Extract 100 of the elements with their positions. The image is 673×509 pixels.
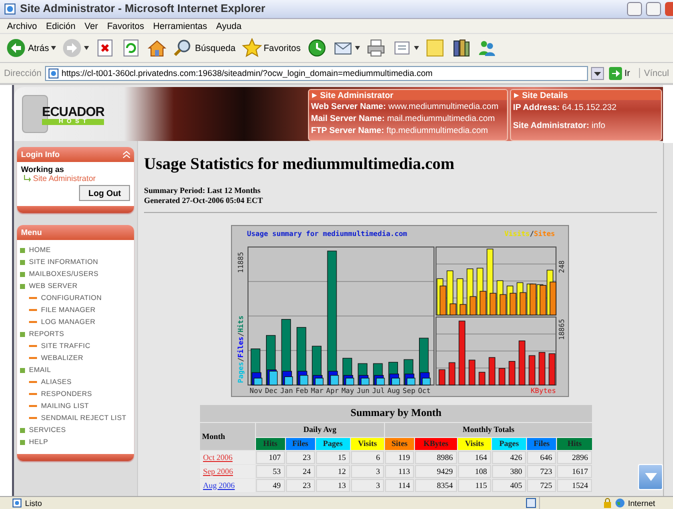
table-cell: 23 (286, 479, 315, 492)
people-icon (476, 38, 497, 58)
notes-button[interactable] (424, 38, 445, 58)
history-button[interactable] (306, 38, 327, 58)
table-cell: 49 (256, 479, 285, 492)
menu-item[interactable]: Edición (46, 21, 76, 31)
panel-title: Site Details (522, 90, 568, 100)
window-title: Site Administrator - Microsoft Internet Explorer (20, 3, 266, 15)
sites-bar (519, 292, 526, 316)
stop-button[interactable] (95, 38, 116, 58)
table-cell: 108 (458, 465, 491, 478)
table-cell: 107 (256, 451, 285, 464)
page-icon (48, 68, 59, 78)
bullet-icon (20, 428, 25, 432)
dash-icon (29, 357, 37, 359)
collapse-icon[interactable] (123, 151, 130, 158)
table-cell: 164 (458, 451, 491, 464)
sites-bar (539, 285, 546, 316)
bullet-icon (20, 332, 25, 336)
menu-item[interactable]: Herramientas (153, 21, 208, 31)
table-cell: 13 (316, 479, 350, 492)
logo-text: ECUADOR (42, 104, 104, 118)
kbytes-bar (458, 320, 465, 386)
logout-button[interactable]: Log Out (79, 185, 130, 201)
menu-item[interactable]: Ver (84, 21, 98, 31)
table-cell: 725 (527, 479, 556, 492)
back-button[interactable]: Atrás (6, 38, 56, 58)
menu-item[interactable]: Archivo (7, 21, 38, 31)
bullet-icon (20, 284, 25, 288)
home-button[interactable] (147, 38, 168, 58)
generated-date: Generated 27-Oct-2006 05:04 ECT (144, 196, 264, 206)
bullet-icon (20, 440, 25, 444)
column-group-header: Daily Avg (256, 423, 384, 437)
dash-icon (29, 309, 37, 311)
search-button[interactable]: Búsqueda (173, 38, 236, 58)
dash-icon (29, 297, 37, 299)
dash-icon (29, 405, 37, 407)
books-icon (450, 38, 471, 58)
table-cell: 3 (350, 465, 384, 478)
printer-icon (366, 38, 386, 58)
research-button[interactable] (450, 38, 471, 58)
field-label: FTP Server Name: (311, 125, 384, 135)
column-header: Sites (385, 438, 414, 450)
arrow-icon (609, 66, 622, 80)
column-header: Files (527, 438, 556, 450)
kbytes-bar (438, 369, 445, 386)
kbytes-bar (538, 352, 545, 386)
bullet-icon (20, 248, 25, 252)
dropdown-icon[interactable] (591, 66, 604, 80)
close-button[interactable] (665, 2, 673, 16)
column-header: Pages (492, 438, 526, 450)
dash-icon (29, 321, 37, 323)
column-header: Visits (458, 438, 491, 450)
pages-bar (406, 378, 415, 386)
page-heading: Usage Statistics for mediummultimedia.com (144, 154, 456, 174)
lock-icon (603, 498, 612, 508)
dash-icon (29, 393, 37, 395)
field-label: Web Server Name: (311, 101, 386, 111)
arrow-icon (24, 175, 31, 182)
kbytes-bar (468, 360, 475, 386)
table-cell: 119 (385, 451, 414, 464)
menu-item[interactable]: Favoritos (107, 21, 144, 31)
refresh-button[interactable] (121, 38, 142, 58)
table-title: Summary by Month (200, 405, 592, 422)
stop-icon (95, 38, 116, 58)
scroll-down-button[interactable] (638, 464, 663, 490)
kbytes-bar (478, 372, 485, 386)
field-value: 64.15.152.232 (562, 102, 617, 112)
field-value: www.mediummultimedia.com (388, 101, 498, 111)
table-cell: 2896 (557, 451, 592, 464)
table-cell: 15 (316, 451, 350, 464)
table-cell: 9429 (414, 465, 457, 478)
address-field[interactable]: https://cl-t001-360cl.privatedns.com:19638/siteadmin/?ocw_login_domain=mediummultimedia.com (44, 66, 588, 80)
kbytes-bar (508, 361, 515, 386)
table-cell: 8354 (414, 479, 457, 492)
back-icon (6, 38, 26, 58)
bullet-icon (20, 260, 25, 264)
dash-icon (29, 381, 37, 383)
print-button[interactable] (366, 38, 386, 58)
sites-bar (549, 282, 556, 316)
kbytes-bar (448, 362, 455, 386)
menu-item[interactable]: Ayuda (216, 21, 242, 31)
sites-bar (439, 286, 446, 316)
table-cell: 53 (256, 465, 285, 478)
table-cell: 113 (385, 465, 414, 478)
user-link[interactable]: Site Administrator (33, 174, 96, 183)
messenger-button[interactable] (476, 38, 497, 58)
column-header: Month (200, 423, 255, 450)
kbytes-bar (488, 357, 495, 386)
star-icon (242, 38, 262, 58)
table-cell: 1617 (557, 465, 592, 478)
favorites-button[interactable]: Favoritos (242, 38, 301, 58)
kbytes-bar (528, 355, 535, 386)
dash-icon (29, 345, 37, 347)
minimize-button[interactable] (627, 2, 642, 16)
sites-bar (489, 292, 496, 316)
restore-button[interactable] (646, 2, 661, 16)
table-cell: 8986 (414, 451, 457, 464)
go-button[interactable]: Ir (607, 66, 636, 80)
address-label: Dirección (4, 68, 42, 78)
